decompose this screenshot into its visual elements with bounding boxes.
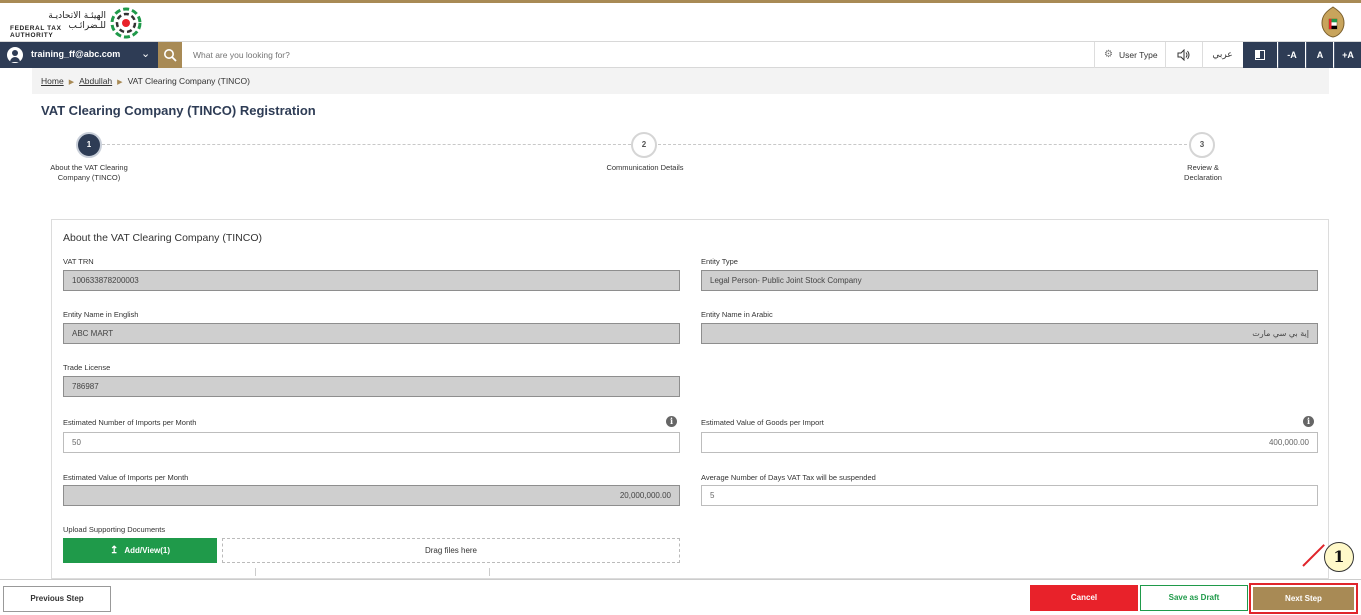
step-progress: 1 About the VAT Clearing Company (TINCO)… (0, 130, 1361, 200)
step-1-indicator[interactable]: 1 (76, 132, 102, 158)
divider (489, 568, 490, 576)
about-tinco-form: About the VAT Clearing Company (TINCO) V… (51, 219, 1329, 579)
user-type-label: User Type (1119, 50, 1158, 60)
entity-type-field: Legal Person- Public Joint Stock Company (701, 270, 1318, 291)
est-value-imports-label: Estimated Value of Imports per Month (63, 473, 189, 482)
breadcrumb: Home ▶ Abdullah ▶ VAT Clearing Company (TINC… (32, 68, 1329, 94)
font-normal-button[interactable]: A (1306, 42, 1333, 68)
username-label: training_ff@abc.com (31, 49, 121, 59)
form-footer: Previous Step Cancel Save as Draft Next … (0, 579, 1361, 615)
file-dropzone[interactable]: Drag files here (222, 538, 680, 563)
next-step-button[interactable]: Next Step (1253, 587, 1354, 610)
gear-icon: ⚙ (1104, 49, 1113, 60)
contrast-toggle[interactable] (1243, 42, 1277, 68)
breadcrumb-home-link[interactable]: Home (41, 76, 64, 86)
user-menu[interactable]: training_ff@abc.com ⌄ (0, 42, 158, 68)
cancel-button[interactable]: Cancel (1030, 585, 1138, 611)
vat-trn-field: 100633878200003 (63, 270, 680, 291)
est-value-imports-field: 20,000,000.00 (63, 485, 680, 506)
trade-license-field: 786987 (63, 376, 680, 397)
entity-name-en-field: ABC MART (63, 323, 680, 344)
language-toggle[interactable]: عربي (1203, 42, 1242, 68)
add-view-button[interactable]: ↥ Add/View(1) (63, 538, 217, 563)
step-3-indicator[interactable]: 3 (1189, 132, 1215, 158)
entity-type-label: Entity Type (701, 257, 738, 266)
top-navbar: training_ff@abc.com ⌄ ⚙ User Type عربي -… (0, 41, 1361, 68)
contrast-icon (1255, 50, 1265, 60)
user-avatar-icon (7, 47, 23, 63)
trade-license-label: Trade License (63, 363, 111, 372)
info-icon[interactable]: i (666, 416, 677, 427)
next-step-highlight: Next Step (1249, 583, 1358, 614)
step-1-label: About the VAT Clearing Company (TINCO) (50, 163, 128, 182)
search-icon (164, 49, 177, 62)
est-imports-input[interactable]: 50 (63, 432, 680, 453)
vat-trn-label: VAT TRN (63, 257, 94, 266)
est-goods-value-input[interactable]: 400,000.00 (701, 432, 1318, 453)
search-button[interactable] (158, 42, 182, 68)
entity-name-ar-field: إية بي سي مارت (701, 323, 1318, 344)
step-2-label: Communication Details (606, 163, 684, 172)
est-imports-label: Estimated Number of Imports per Month (63, 418, 197, 427)
breadcrumb-abdullah-link[interactable]: Abdullah (79, 76, 112, 86)
entity-name-ar-label: Entity Name in Arabic (701, 310, 773, 319)
uae-emblem-icon (1321, 6, 1345, 38)
font-increase-button[interactable]: +A (1334, 42, 1361, 68)
breadcrumb-arrow-icon: ▶ (68, 79, 75, 86)
entity-name-en-label: Entity Name in English (63, 310, 139, 319)
previous-step-button[interactable]: Previous Step (3, 586, 111, 612)
upload-icon: ↥ (109, 545, 119, 556)
chevron-down-icon[interactable]: ⌄ (141, 47, 150, 60)
breadcrumb-current: VAT Clearing Company (TINCO) (127, 76, 250, 86)
divider (255, 568, 256, 576)
add-view-label: Add/View(1) (124, 546, 171, 555)
site-header: الهيئـة الاتحاديـة للـضرائـب FEDERAL TAX… (0, 3, 1361, 41)
save-draft-button[interactable]: Save as Draft (1140, 585, 1248, 611)
font-decrease-button[interactable]: -A (1278, 42, 1305, 68)
avg-days-label: Average Number of Days VAT Tax will be s… (701, 473, 876, 482)
search-input[interactable] (186, 45, 686, 65)
callout-badge: 1 (1324, 542, 1354, 572)
speaker-icon (1177, 48, 1190, 62)
fta-logo[interactable]: الهيئـة الاتحاديـة للـضرائـب FEDERAL TAX… (10, 7, 146, 39)
fta-logo-mark-icon (110, 7, 142, 39)
user-type-button[interactable]: ⚙ User Type (1094, 42, 1166, 68)
page-title: VAT Clearing Company (TINCO) Registratio… (41, 103, 316, 118)
est-goods-value-label: Estimated Value of Goods per Import (701, 418, 824, 427)
speaker-button[interactable] (1166, 42, 1203, 68)
logo-english-text: FEDERAL TAX AUTHORITY (10, 25, 62, 39)
info-icon[interactable]: i (1303, 416, 1314, 427)
step-3-label: Review & Declaration (1184, 163, 1222, 182)
upload-label: Upload Supporting Documents (63, 525, 166, 534)
avg-days-input[interactable]: 5 (701, 485, 1318, 506)
section-title: About the VAT Clearing Company (TINCO) (63, 232, 262, 244)
breadcrumb-arrow-icon: ▶ (117, 79, 123, 86)
step-2-indicator[interactable]: 2 (631, 132, 657, 158)
